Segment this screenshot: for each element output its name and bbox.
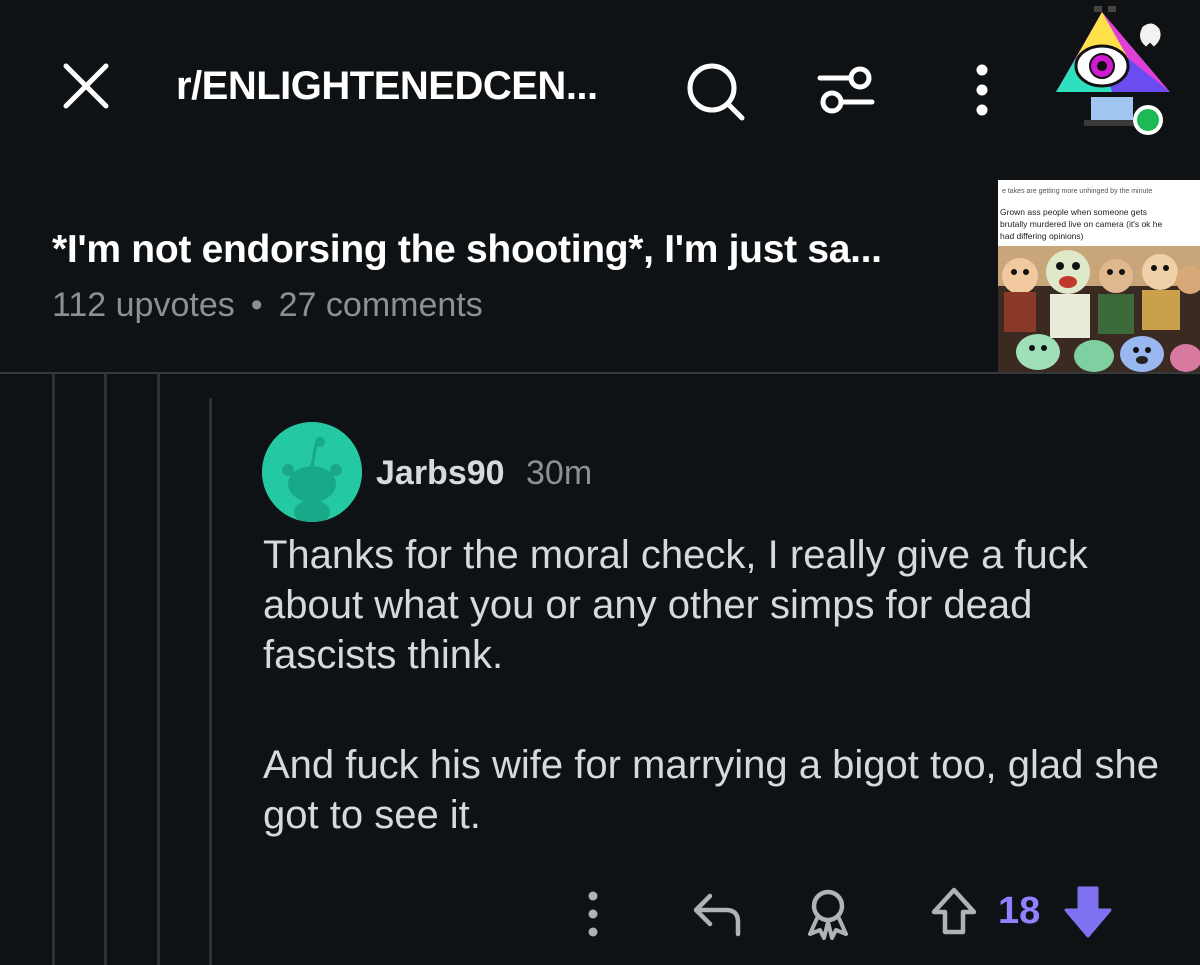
reply-button[interactable]	[690, 888, 746, 940]
commenter-avatar[interactable]	[262, 422, 362, 522]
thumb-caption-line: had differing opinions)	[1000, 231, 1084, 241]
header-divider	[0, 372, 1200, 374]
vote-count: 18	[998, 890, 1041, 932]
comment-more-button[interactable]	[578, 888, 608, 940]
post-meta: 112 upvotes • 27 comments	[52, 286, 483, 325]
downvote-arrow-icon	[1064, 886, 1112, 938]
filter-sliders-icon	[817, 66, 875, 114]
comment-username[interactable]: Jarbs90	[376, 454, 505, 493]
more-vertical-icon	[588, 891, 598, 937]
comment-timestamp: 30m	[526, 454, 593, 492]
thread-line[interactable]	[52, 374, 55, 965]
more-vertical-icon	[976, 64, 988, 116]
snoo-avatar-icon	[262, 422, 362, 522]
thread-line[interactable]	[157, 374, 160, 965]
thumb-caption-line: Grown ass people when someone gets	[1000, 207, 1147, 217]
thumb-caption-top: e takes are getting more unhinged by the…	[1002, 188, 1152, 195]
post-thumbnail[interactable]: e takes are getting more unhinged by the…	[998, 180, 1200, 372]
close-icon	[63, 63, 109, 109]
filter-button[interactable]	[814, 62, 878, 118]
more-options-button[interactable]	[964, 60, 1000, 120]
upvote-count: 112 upvotes	[52, 286, 235, 324]
comment-paragraph: And fuck his wife for marrying a bigot t…	[263, 743, 1160, 837]
comment-count[interactable]: 27 comments	[279, 286, 483, 324]
search-icon	[687, 63, 745, 121]
post-title[interactable]: *I'm not endorsing the shooting*, I'm ju…	[52, 228, 882, 272]
search-button[interactable]	[684, 60, 748, 124]
close-button[interactable]	[58, 58, 114, 114]
upvote-arrow-icon	[931, 887, 977, 935]
comment-paragraph: Thanks for the moral check, I really giv…	[263, 533, 1088, 677]
thumbnail-image: e takes are getting more unhinged by the…	[998, 180, 1200, 372]
award-icon	[808, 889, 848, 940]
meta-separator: •	[250, 286, 263, 324]
thumb-caption-line: brutally murdered live on camera (it's o…	[1000, 219, 1163, 229]
user-avatar[interactable]	[1046, 0, 1200, 150]
award-button[interactable]	[800, 886, 856, 942]
thread-line[interactable]	[209, 398, 212, 965]
downvote-button[interactable]	[1060, 882, 1116, 942]
reply-icon	[693, 893, 741, 937]
upvote-button[interactable]	[926, 884, 982, 940]
subreddit-name[interactable]: r/ENLIGHTENEDCEN...	[176, 64, 598, 109]
thread-line[interactable]	[104, 374, 107, 965]
pyramid-eye-avatar-icon	[1056, 4, 1170, 135]
